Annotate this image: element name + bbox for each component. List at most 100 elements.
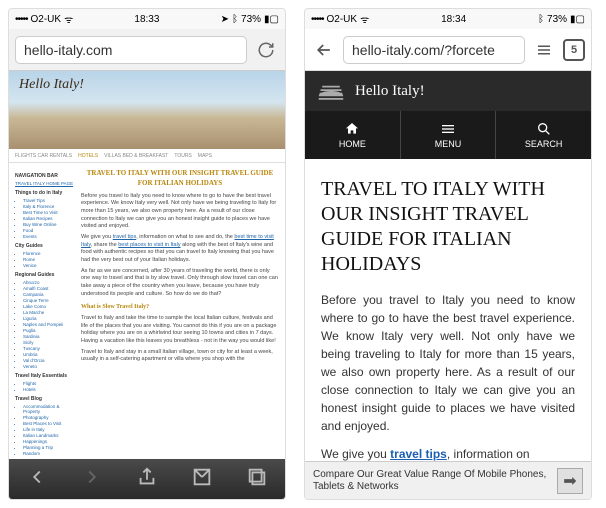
menu-button[interactable] [531, 37, 557, 63]
ad-banner[interactable]: Compare Our Great Value Range Of Mobile … [305, 461, 591, 499]
para-2: We give you travel tips, information on … [81, 234, 279, 265]
para-4: Travel to Italy and take the time to sam… [81, 315, 279, 346]
tab-villas[interactable]: VILLAS BED & BREAKFAST [104, 153, 168, 159]
list-item[interactable]: Life in Italy [23, 427, 75, 432]
list-item[interactable]: Cinque Terre [23, 298, 75, 303]
nav-menu-label: MENU [435, 139, 462, 149]
list-item[interactable]: Italian Landmarks [23, 433, 75, 438]
para-1: Before you travel to Italy you need to k… [321, 291, 575, 435]
things-list: Travel TipsItaly & FlorenceBest Time to … [15, 198, 75, 239]
list-item[interactable]: Buy Wine Online [23, 222, 75, 227]
hero-title: Hello Italy! [19, 77, 275, 93]
site-tabs: FLIGHTS CAR RENTALS HOTELS VILLAS BED & … [9, 149, 285, 163]
clock: 18:34 [441, 14, 466, 25]
list-item[interactable]: Puglia [23, 328, 75, 333]
list-item[interactable]: Liguria [23, 316, 75, 321]
ad-arrow-button[interactable]: ➡ [557, 468, 583, 494]
list-item[interactable]: Best Time to Visit [23, 210, 75, 215]
tab-tours[interactable]: TOURS [174, 153, 191, 159]
menu-icon [440, 121, 456, 137]
list-item[interactable]: Sardinia [23, 334, 75, 339]
list-item[interactable]: Naples and Pompeii [23, 322, 75, 327]
battery-percent: 73% [547, 14, 567, 25]
url-field[interactable]: hello-italy.com [15, 36, 247, 64]
nav-menu[interactable]: MENU [401, 111, 497, 159]
status-bar: ••••• O2-UK ᯤ 18:33 ➤ ᛒ 73% ▮▢ [9, 9, 285, 29]
bluetooth-icon: ᛒ [538, 14, 544, 25]
list-item[interactable]: Hotels [23, 387, 75, 392]
list-item[interactable]: Italy & Florence [23, 204, 75, 209]
list-item[interactable]: Lake Como [23, 304, 75, 309]
location-icon: ➤ [221, 14, 229, 25]
reload-button[interactable] [253, 37, 279, 63]
subheading: What is Slow Travel Italy? [81, 303, 279, 311]
tabs-button[interactable]: 5 [563, 39, 585, 61]
list-item[interactable]: Planning a Trip [23, 445, 75, 450]
tabs-button[interactable] [246, 466, 268, 493]
carrier-label: O2-UK [327, 14, 358, 25]
tab-maps[interactable]: MAPS [198, 153, 212, 159]
list-item[interactable]: Events [23, 234, 75, 239]
para-2: We give you travel tips, information on [321, 445, 575, 461]
site-name: Hello Italy! [355, 83, 425, 100]
list-item[interactable]: Florence [23, 251, 75, 256]
list-item[interactable]: Best Places to Visit [23, 421, 75, 426]
nav-search[interactable]: SEARCH [496, 111, 591, 159]
signal-icon: ••••• [15, 14, 28, 25]
bookmarks-button[interactable] [191, 466, 213, 493]
home-link[interactable]: TRAVEL ITALY HOME PAGE [15, 181, 75, 186]
article-body: TRAVEL TO ITALY WITH OUR INSIGHT TRAVEL … [81, 169, 279, 459]
list-item[interactable]: Travel Tips [23, 198, 75, 203]
list-item[interactable]: Campania [23, 292, 75, 297]
back-button[interactable] [311, 37, 337, 63]
list-item[interactable]: Sicily [23, 340, 75, 345]
list-item[interactable]: La Marche [23, 310, 75, 315]
page-content: Hello Italy! HOME MENU SEARCH TRAVEL TO … [305, 71, 591, 499]
list-item[interactable]: Happenings [23, 439, 75, 444]
share-button[interactable] [136, 466, 158, 493]
page-content: Hello Italy! FLIGHTS CAR RENTALS HOTELS … [9, 71, 285, 459]
chrome-url-bar: hello-italy.com/?forcete 5 [305, 29, 591, 71]
travel-tips-link[interactable]: travel tips [390, 447, 447, 461]
carrier-label: O2-UK [31, 14, 62, 25]
forward-button[interactable] [81, 466, 103, 493]
list-item[interactable]: Abruzzo [23, 280, 75, 285]
colosseum-icon [317, 81, 345, 101]
wifi-icon: ᯤ [64, 12, 73, 26]
para-3: As far as we are concerned, after 30 yea… [81, 268, 279, 299]
best-places-link[interactable]: best places to visit in Italy [118, 242, 180, 248]
list-item[interactable]: Val d'Orcia [23, 358, 75, 363]
bluetooth-icon: ᛒ [232, 14, 238, 25]
list-item[interactable]: Random [23, 451, 75, 456]
regional-list: AbruzzoAmalfi CoastCampaniaCinque TerreL… [15, 280, 75, 369]
list-item[interactable]: Flights [23, 381, 75, 386]
safari-toolbar [9, 459, 285, 499]
list-item[interactable]: Veneto [23, 364, 75, 369]
url-field[interactable]: hello-italy.com/?forcete [343, 36, 525, 64]
phone-chrome: ••••• O2-UK ᯤ 18:34 ᛒ 73% ▮▢ hello-italy… [304, 8, 592, 500]
battery-icon: ▮▢ [264, 14, 279, 25]
clock: 18:33 [134, 14, 159, 25]
list-item[interactable]: Umbria [23, 352, 75, 357]
list-item[interactable]: Rome [23, 257, 75, 262]
back-button[interactable] [26, 466, 48, 493]
list-item[interactable]: Amalfi Coast [23, 286, 75, 291]
nav-home[interactable]: HOME [305, 111, 401, 159]
travel-tips-link[interactable]: travel tips [113, 234, 137, 240]
list-item[interactable]: Italian Recipes [23, 216, 75, 221]
nav-home-label: HOME [339, 139, 366, 149]
list-item[interactable]: Venice [23, 263, 75, 268]
ad-text: Compare Our Great Value Range Of Mobile … [313, 469, 549, 493]
travel-blog-list: Accommodation & PropertyPhotographyBest … [15, 404, 75, 456]
article-title: TRAVEL TO ITALY WITH OUR INSIGHT TRAVEL … [321, 177, 575, 277]
list-item[interactable]: Tuscany [23, 346, 75, 351]
search-icon [536, 121, 552, 137]
list-item[interactable]: Food [23, 228, 75, 233]
tab-flights[interactable]: FLIGHTS CAR RENTALS [15, 153, 72, 159]
tabs-count: 5 [571, 44, 577, 56]
status-bar: ••••• O2-UK ᯤ 18:34 ᛒ 73% ▮▢ [305, 9, 591, 29]
tab-hotels[interactable]: HOTELS [78, 153, 98, 159]
list-item[interactable]: Accommodation & Property [23, 404, 75, 414]
list-item[interactable]: Photography [23, 415, 75, 420]
travel-italy-title: Travel Italy Essentials [15, 373, 75, 379]
